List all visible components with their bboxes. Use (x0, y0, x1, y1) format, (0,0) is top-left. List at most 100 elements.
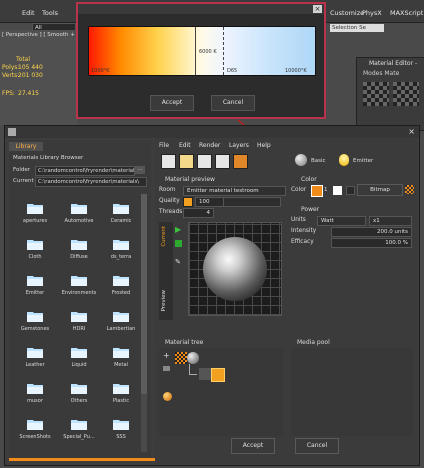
menu-layers[interactable]: Layers (229, 142, 249, 149)
viewport[interactable]: [ Perspective ] [ Smooth + ... Total Pol… (0, 30, 82, 125)
accept-button[interactable]: Accept (231, 438, 275, 454)
material-preview-render[interactable] (188, 222, 282, 316)
media-pool[interactable] (291, 348, 413, 436)
folder-item[interactable]: HDRI (61, 308, 97, 342)
folder-item[interactable]: Plastic (103, 380, 139, 414)
tab-preview[interactable]: Preview (161, 290, 167, 311)
folder-field[interactable]: C:\randomcontrol\fryrender\materials (35, 166, 135, 176)
emitter-button[interactable]: Emitter (353, 158, 373, 164)
selection-set-field[interactable]: Selection Se (330, 24, 384, 32)
close-icon[interactable]: × (408, 127, 415, 136)
preview-tab-area: Preview (159, 290, 173, 320)
menu-physx[interactable]: PhysX (362, 9, 382, 17)
menu-customize[interactable]: Customize (330, 9, 364, 17)
threads-field[interactable]: 4 (183, 208, 214, 218)
multiplier-dropdown[interactable]: x1 (369, 216, 412, 226)
light-node-icon[interactable] (163, 392, 172, 401)
folder-item[interactable]: SSS (103, 416, 139, 450)
cancel-button[interactable]: Cancel (295, 438, 339, 454)
add-node-icon[interactable]: + (163, 352, 170, 360)
folder-item[interactable]: Special_Pu... (61, 416, 97, 450)
quality-slider[interactable] (223, 197, 281, 207)
save-as-button[interactable] (215, 154, 230, 169)
library-scrollbar[interactable] (141, 194, 147, 452)
emitter-node-icon[interactable] (211, 368, 225, 382)
close-icon[interactable]: × (313, 5, 322, 13)
folder-item[interactable]: ds_terra (103, 236, 139, 270)
folder-item[interactable]: Ceramic (103, 200, 139, 234)
efficacy-field[interactable]: 100.0 % (331, 238, 412, 248)
app-icon (8, 128, 16, 136)
folder-item[interactable]: Environments (61, 272, 97, 306)
bitmap-preview-icon[interactable] (405, 185, 414, 194)
stop-icon[interactable] (175, 240, 182, 247)
folder-icon (113, 276, 129, 286)
material-tree[interactable]: + (159, 348, 283, 436)
folder-label: Lambertian (106, 326, 136, 332)
folder-item[interactable]: Lambertian (103, 308, 139, 342)
folder-label: Gemstones (20, 326, 50, 332)
folder-item[interactable]: Diffuse (61, 236, 97, 270)
menu-edit[interactable]: Edit (179, 142, 191, 149)
material-node-icon[interactable] (175, 352, 187, 364)
bitmap-checkbox[interactable] (346, 186, 355, 195)
folder-label: Environments (61, 290, 97, 296)
folder-item[interactable]: Metal (103, 344, 139, 378)
temperature-gradient[interactable]: 6000 K 1000°K D65 10000°K (88, 26, 316, 76)
folder-item[interactable]: Emitter (17, 272, 53, 306)
folder-icon (71, 348, 87, 358)
folder-item[interactable]: Others (61, 380, 97, 414)
folder-item[interactable]: ScreenShots (17, 416, 53, 450)
menu-edit[interactable]: Edit (22, 9, 35, 17)
menu-maxscript[interactable]: MAXScript (390, 9, 423, 17)
folder-item[interactable]: Automotive (61, 200, 97, 234)
folder-item[interactable]: Leather (17, 344, 53, 378)
units-dropdown[interactable]: Watt (317, 216, 366, 226)
white-swatch[interactable] (333, 186, 342, 195)
sample-slot[interactable] (363, 82, 389, 106)
tab-current[interactable]: Current (161, 226, 167, 247)
cancel-button[interactable]: Cancel (211, 95, 255, 111)
play-icon[interactable]: ▶ (175, 226, 181, 234)
bitmap-button[interactable]: Bitmap (357, 184, 403, 196)
quality-checkbox[interactable] (183, 197, 193, 207)
remove-node-icon[interactable] (163, 366, 170, 371)
folder-item[interactable]: musor (17, 380, 53, 414)
temperature-marker[interactable] (195, 27, 196, 75)
quality-field[interactable]: 100 (195, 197, 225, 207)
folder-item[interactable]: Gemstones (17, 308, 53, 342)
accept-button[interactable]: Accept (150, 95, 194, 111)
sphere-node-icon[interactable] (187, 352, 199, 364)
eyedropper-icon[interactable]: ✎ (175, 258, 183, 266)
menu-tools[interactable]: Tools (42, 9, 58, 17)
layer-node-icon[interactable] (199, 368, 211, 380)
sample-slot[interactable] (393, 82, 419, 106)
intensity-field[interactable]: 200.0 units (331, 227, 412, 237)
render-button[interactable] (233, 154, 248, 169)
browse-button[interactable]: ... (135, 166, 145, 174)
room-dropdown[interactable]: Emitter material testroom (183, 186, 286, 196)
material-editor-menu[interactable]: Modes Mate (363, 70, 399, 77)
menu-help[interactable]: Help (257, 142, 271, 149)
current-label: Current (13, 178, 34, 184)
folder-item[interactable]: Cloth (17, 236, 53, 270)
basic-button[interactable]: Basic (311, 158, 326, 164)
basic-sphere-icon[interactable] (295, 154, 307, 166)
folder-item[interactable]: Liquid (61, 344, 97, 378)
folder-label: HDRI (72, 326, 86, 332)
stats-verts-label: Verts: (2, 72, 20, 79)
new-material-button[interactable] (161, 154, 176, 169)
open-material-button[interactable] (179, 154, 194, 169)
folder-item[interactable]: apertures (17, 200, 53, 234)
library-progress-bar (9, 458, 155, 461)
menu-render[interactable]: Render (199, 142, 220, 149)
scrollbar-thumb[interactable] (141, 194, 147, 394)
folder-icon (71, 312, 87, 322)
current-path-field[interactable]: C:\randomcontrol\fryrender\materials\ (35, 177, 147, 187)
menu-file[interactable]: File (159, 142, 169, 149)
emitter-bulb-icon[interactable] (339, 154, 349, 166)
tab-library[interactable]: Library (9, 142, 43, 151)
folder-item[interactable]: Frosted (103, 272, 139, 306)
save-material-button[interactable] (197, 154, 212, 169)
color-swatch[interactable] (311, 185, 323, 197)
